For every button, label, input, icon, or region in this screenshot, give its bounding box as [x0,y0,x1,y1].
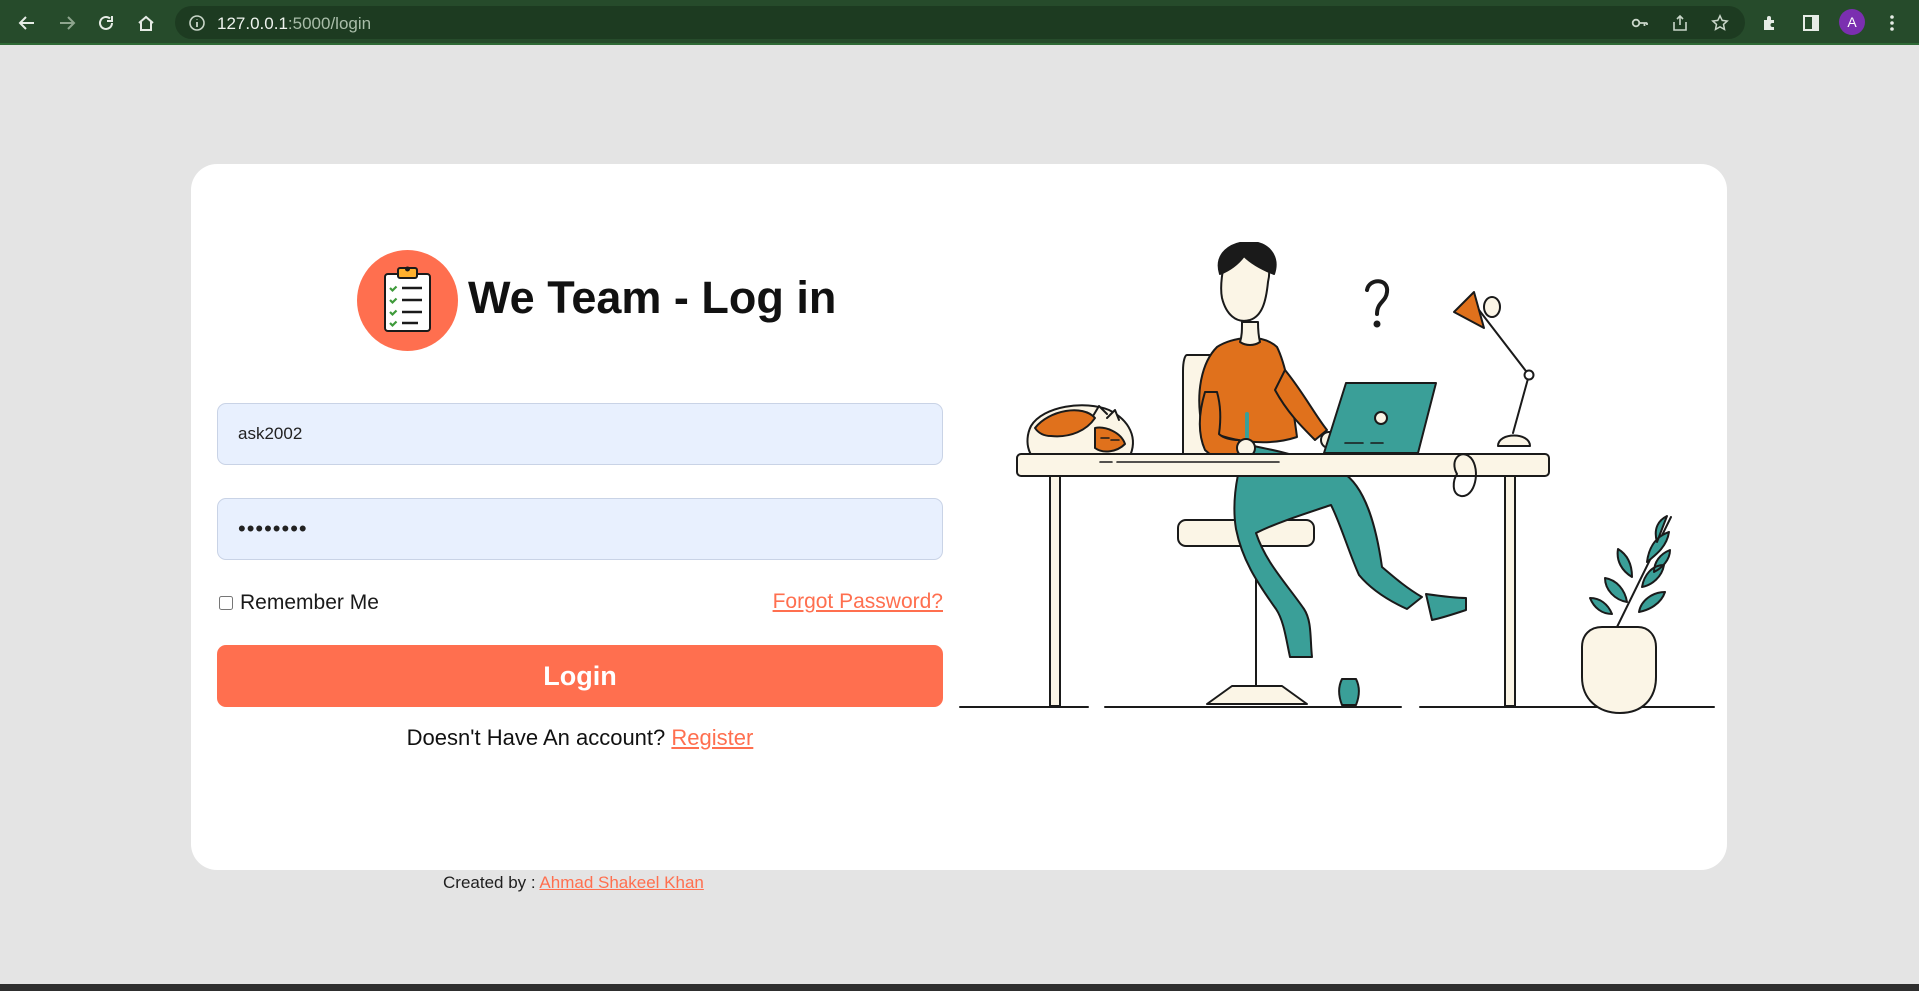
site-info-button[interactable] [186,12,208,34]
key-icon [1631,18,1648,28]
url-host: 127.0.0.1 [217,14,288,33]
footer-credit: Created by : Ahmad Shakeel Khan [443,873,704,893]
profile-avatar[interactable]: A [1839,9,1865,35]
forgot-password-link[interactable]: Forgot Password? [773,590,943,614]
password-input[interactable] [217,498,943,560]
share-icon [1673,14,1687,31]
star-icon [1711,14,1729,31]
username-input[interactable] [217,403,943,465]
extensions-button[interactable] [1757,10,1783,36]
register-prompt: Doesn't Have An account? Register [217,725,943,751]
remember-label: Remember Me [240,591,379,614]
remember-me[interactable]: Remember Me [219,591,379,615]
forward-icon [60,16,76,30]
app-logo [357,250,458,351]
author-link[interactable]: Ahmad Shakeel Khan [539,873,703,892]
menu-button[interactable] [1879,10,1905,36]
page-title: We Team - Log in [468,272,837,323]
register-prompt-text: Doesn't Have An account? [406,725,666,750]
taskbar-strip [0,984,1919,991]
password-key-button[interactable] [1629,12,1651,34]
workspace-illustration [959,242,1715,714]
bookmark-button[interactable] [1709,12,1731,34]
info-icon [189,15,205,31]
home-button[interactable] [133,10,159,36]
browser-toolbar: 127.0.0.1:5000/login A [0,0,1919,45]
login-button[interactable]: Login [217,645,943,707]
reload-icon [99,15,113,30]
back-button[interactable] [14,10,40,36]
menu-icon [1890,15,1894,31]
reload-button[interactable] [93,10,119,36]
forward-button[interactable] [54,10,80,36]
remember-checkbox[interactable] [219,596,233,610]
side-panel-button[interactable] [1798,10,1824,36]
side-panel-icon [1803,15,1819,31]
clipboard-icon [384,266,431,332]
share-button[interactable] [1669,12,1691,34]
address-bar[interactable]: 127.0.0.1:5000/login [175,6,1745,39]
home-icon [138,15,154,31]
url-path: :5000/login [287,14,372,33]
login-card: We Team - Log in Remember Me Forgot Pass… [191,164,1727,870]
back-icon [18,16,34,30]
extensions-icon [1764,16,1774,30]
url-text: 127.0.0.1:5000/login [217,14,371,34]
footer-prefix: Created by : [443,873,536,892]
register-link[interactable]: Register [671,725,753,750]
